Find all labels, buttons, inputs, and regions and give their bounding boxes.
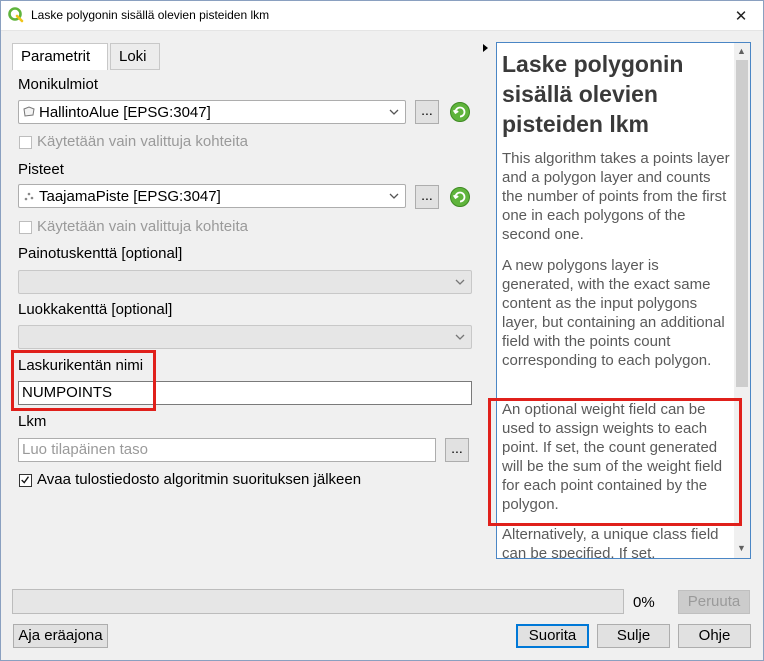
close-button[interactable]: Sulje — [597, 624, 670, 648]
polygons-selected-only-label: Käytetään vain valittuja kohteita — [37, 133, 248, 150]
help-title: Laske polygonin sisällä olevien pisteide… — [502, 51, 684, 137]
polygons-layer-value: HallintoAlue [EPSG:3047] — [39, 104, 211, 121]
close-icon: ✕ — [734, 7, 748, 25]
points-browse-button[interactable]: ... — [415, 185, 439, 209]
points-selected-only-checkbox[interactable] — [19, 221, 32, 234]
polygons-selected-only-checkbox[interactable] — [19, 136, 32, 149]
tab-log-label: Loki — [119, 48, 147, 65]
progress-bar — [12, 589, 624, 614]
points-browse-label: ... — [421, 187, 433, 203]
progress-text: 0% — [633, 594, 655, 611]
points-layer-value: TaajamaPiste [EPSG:3047] — [39, 188, 221, 205]
highlight-box — [11, 350, 156, 411]
chevron-down-icon — [389, 193, 399, 199]
output-label: Lkm — [18, 413, 47, 430]
tab-parameters[interactable]: Parametrit — [12, 43, 108, 71]
help-highlight-box — [488, 398, 742, 526]
chevron-down-icon — [455, 279, 465, 285]
title-bar: Laske polygonin sisällä olevien pisteide… — [0, 0, 764, 31]
polygons-browse-button[interactable]: ... — [415, 100, 439, 124]
tab-log[interactable]: Loki — [110, 43, 160, 70]
polygons-iterate-button[interactable] — [450, 102, 470, 122]
collapse-arrow-icon[interactable] — [483, 44, 488, 52]
output-browse-label: ... — [451, 440, 463, 456]
checkmark-icon — [21, 476, 30, 484]
polygon-layer-icon — [23, 106, 35, 117]
scroll-thumb[interactable] — [736, 60, 748, 387]
class-field-label: Luokkakenttä [optional] — [18, 301, 173, 318]
help-paragraph: Alternatively, a unique class field can … — [502, 526, 719, 559]
weight-field-label: Painotuskenttä [optional] — [18, 245, 183, 262]
scroll-down-icon[interactable]: ▼ — [737, 543, 746, 553]
help-button[interactable]: Ohje — [678, 624, 751, 648]
output-browse-button[interactable]: ... — [445, 438, 469, 462]
scroll-up-icon[interactable]: ▲ — [737, 46, 746, 56]
help-paragraph: A new polygons layer is generated, with … — [502, 257, 725, 369]
points-layer-select[interactable]: TaajamaPiste [EPSG:3047] — [18, 184, 406, 208]
output-destination-input[interactable]: Luo tilapäinen taso — [18, 438, 436, 462]
close-window-button[interactable]: ✕ — [718, 0, 764, 31]
polygons-layer-select[interactable]: HallintoAlue [EPSG:3047] — [18, 100, 406, 124]
points-iterate-button[interactable] — [450, 187, 470, 207]
points-label: Pisteet — [18, 161, 64, 178]
run-button[interactable]: Suorita — [516, 624, 589, 648]
chevron-down-icon — [455, 334, 465, 340]
point-layer-icon — [24, 192, 34, 201]
weight-field-select[interactable] — [18, 270, 472, 294]
class-field-select[interactable] — [18, 325, 472, 349]
chevron-down-icon — [389, 109, 399, 115]
tab-parameters-label: Parametrit — [21, 48, 91, 65]
polygons-label: Monikulmiot — [18, 76, 99, 93]
open-output-label: Avaa tulostiedosto algoritmin suoritukse… — [37, 471, 362, 488]
batch-process-button[interactable]: Aja eräajona — [13, 624, 108, 648]
cancel-button[interactable]: Peruuta — [678, 590, 750, 614]
polygons-browse-label: ... — [421, 102, 433, 118]
open-output-checkbox[interactable] — [19, 474, 32, 487]
refresh-icon — [452, 106, 466, 118]
help-paragraph: This algorithm takes a points layer and … — [502, 150, 730, 243]
refresh-icon — [452, 191, 466, 203]
qgis-logo-icon — [8, 7, 24, 23]
points-selected-only-label: Käytetään vain valittuja kohteita — [37, 218, 248, 235]
window-title: Laske polygonin sisällä olevien pisteide… — [31, 8, 270, 22]
